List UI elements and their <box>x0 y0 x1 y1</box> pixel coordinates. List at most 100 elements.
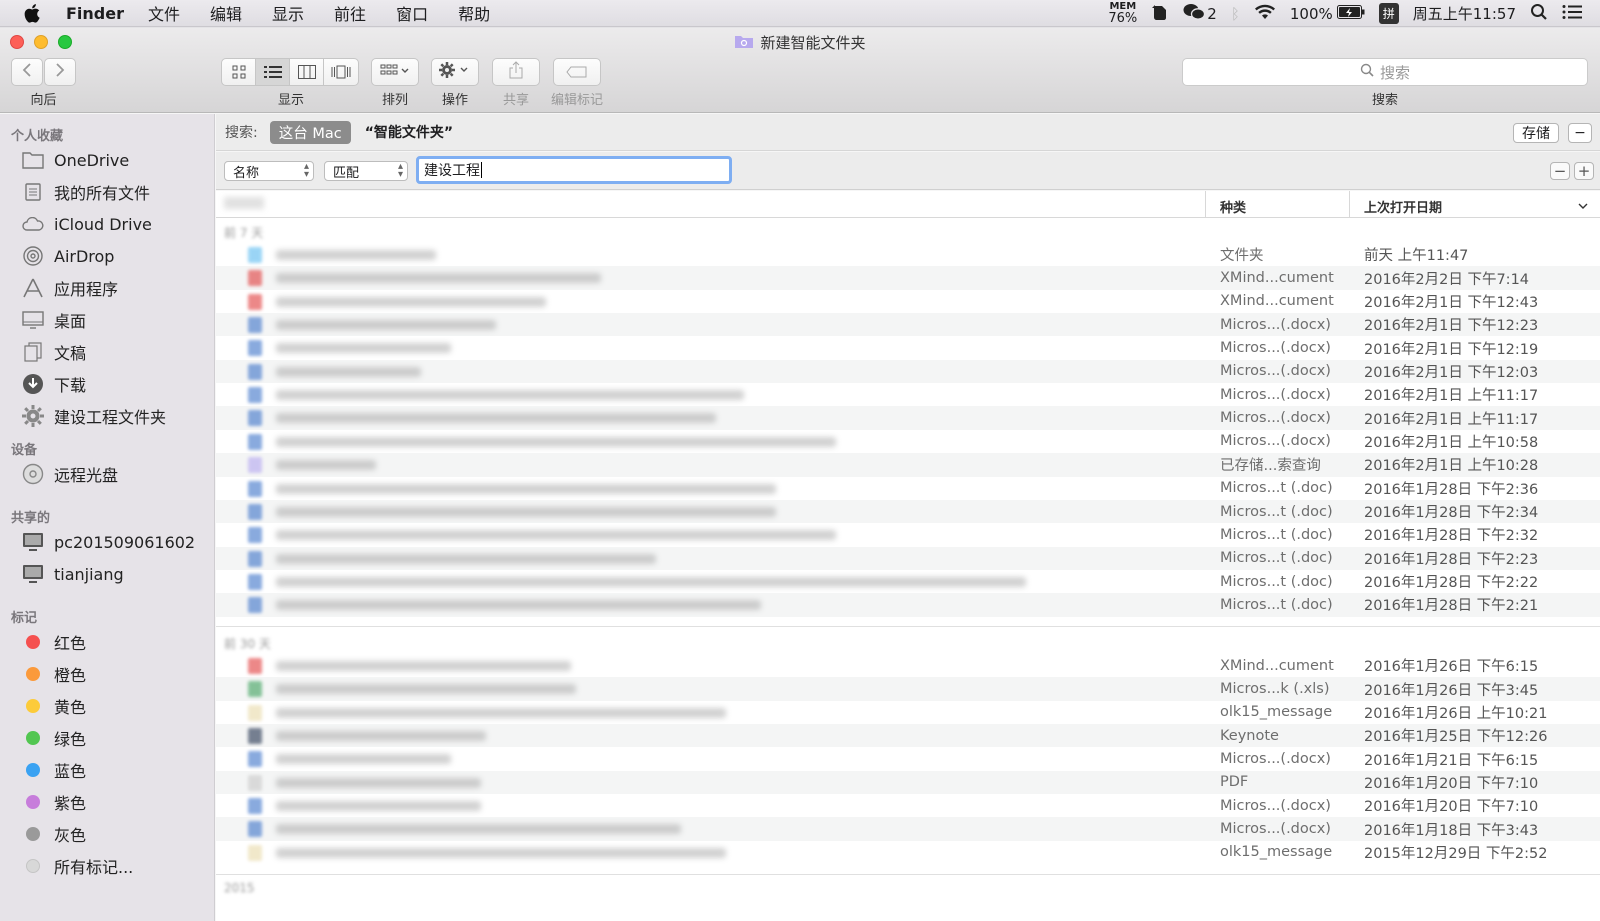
file-kind: Micros...(.docx) <box>1220 410 1331 427</box>
list-view-button[interactable] <box>256 59 290 85</box>
spotlight-icon[interactable] <box>1530 3 1548 25</box>
file-row[interactable]: Micros...(.docx) 2016年2月1日 上午11:17 <box>216 383 1600 406</box>
file-row[interactable]: Micros...t (.doc) 2016年1月28日 下午2:21 <box>216 593 1600 617</box>
file-date: 2016年1月28日 下午2:36 <box>1364 481 1539 498</box>
scope-smart-folder-button[interactable]: “智能文件夹” <box>365 122 453 142</box>
file-name-blurred <box>276 824 681 835</box>
file-row[interactable]: Micros...(.docx) 2016年2月1日 上午10:58 <box>216 430 1600 453</box>
file-row[interactable]: XMind...cument 2016年2月2日 下午7:14 <box>216 266 1600 290</box>
column-name-header[interactable] <box>224 197 264 209</box>
back-button[interactable] <box>11 58 43 86</box>
forward-button[interactable] <box>44 58 76 86</box>
file-name-blurred <box>276 530 836 541</box>
file-row[interactable]: 已存储...索查询 2016年2月1日 上午10:28 <box>216 453 1600 477</box>
sidebar-item-tag[interactable]: 红色 <box>0 626 214 658</box>
sidebar-item-label: 下载 <box>54 376 87 395</box>
sidebar-item-folder[interactable]: OneDrive <box>0 144 214 176</box>
menu-file[interactable]: 文件 <box>148 1 180 25</box>
file-icon <box>248 410 262 427</box>
attribute-popup[interactable]: 名称 ▴ ▾ <box>224 161 314 181</box>
sidebar-item-all-tags[interactable]: 所有标记... <box>0 850 214 882</box>
apple-menu-icon[interactable] <box>24 3 48 23</box>
sidebar-item-cloud[interactable]: iCloud Drive <box>0 208 214 240</box>
file-row[interactable]: Micros...(.docx) 2016年2月1日 下午12:03 <box>216 359 1600 384</box>
file-row[interactable]: Micros...t (.doc) 2016年1月28日 下午2:23 <box>216 546 1600 570</box>
sidebar-item-all-files[interactable]: 我的所有文件 <box>0 176 214 208</box>
edit-tags-button[interactable] <box>553 58 601 86</box>
file-row[interactable]: Micros...t (.doc) 2016年1月28日 下午2:36 <box>216 477 1600 500</box>
sidebar-item-download[interactable]: 下载 <box>0 368 214 400</box>
file-row[interactable]: Micros...(.docx) 2016年1月18日 下午3:43 <box>216 817 1600 841</box>
file-row[interactable]: Micros...(.docx) 2016年2月1日 下午12:23 <box>216 313 1600 337</box>
search-field[interactable]: 搜索 <box>1182 58 1588 86</box>
wifi-icon[interactable] <box>1254 4 1276 24</box>
file-row[interactable]: Micros...(.docx) 2016年2月1日 上午11:17 <box>216 406 1600 430</box>
remove-criteria-button[interactable]: − <box>1550 162 1570 180</box>
file-row[interactable]: Micros...(.docx) 2016年2月1日 下午12:19 <box>216 336 1600 359</box>
sidebar-item-gear[interactable]: 建设工程文件夹 <box>0 400 214 432</box>
file-row[interactable]: Micros...t (.doc) 2016年1月28日 下午2:22 <box>216 570 1600 593</box>
file-row[interactable]: olk15_message 2016年1月26日 上午10:21 <box>216 701 1600 724</box>
file-row[interactable]: PDF 2016年1月20日 下午7:10 <box>216 770 1600 795</box>
file-row[interactable]: Keynote 2016年1月25日 下午12:26 <box>216 724 1600 748</box>
sidebar-item-tag[interactable]: 蓝色 <box>0 754 214 786</box>
wechat-status[interactable]: 2 <box>1183 3 1217 25</box>
menu-go[interactable]: 前往 <box>334 1 366 25</box>
battery-status[interactable]: 100% <box>1289 4 1365 23</box>
memory-widget[interactable]: MEM 76% <box>1108 2 1137 26</box>
sidebar-item-remote-disc[interactable]: 远程光盘 <box>0 458 214 490</box>
sidebar-item-airdrop[interactable]: AirDrop <box>0 240 214 272</box>
file-row[interactable]: Micros...(.docx) 2016年1月20日 下午7:10 <box>216 794 1600 817</box>
sidebar-item-applications[interactable]: 应用程序 <box>0 272 214 304</box>
file-icon <box>248 798 262 815</box>
scope-this-mac-button[interactable]: 这台 Mac <box>269 120 351 144</box>
file-row[interactable]: Micros...(.docx) 2016年1月21日 下午6:15 <box>216 747 1600 770</box>
menubar-clock[interactable]: 周五上午11:57 <box>1413 3 1516 24</box>
criteria-value-input[interactable]: 建设工程 <box>416 156 732 184</box>
column-date-header[interactable]: 上次打开日期 <box>1364 197 1442 216</box>
icon-view-button[interactable] <box>222 59 256 85</box>
arrange-button[interactable] <box>371 58 419 86</box>
cover-flow-button[interactable] <box>324 59 358 85</box>
sidebar-item-tag[interactable]: 绿色 <box>0 722 214 754</box>
menu-help[interactable]: 帮助 <box>458 1 490 25</box>
file-row[interactable]: XMind...cument 2016年2月1日 下午12:43 <box>216 290 1600 313</box>
action-button[interactable] <box>431 58 479 86</box>
menu-finder[interactable]: Finder <box>66 4 124 23</box>
sidebar: 个人收藏 OneDrive 我的所有文件 iCloud Drive AirDrop 应用… <box>0 114 215 921</box>
file-row[interactable]: Micros...t (.doc) 2016年1月28日 下午2:32 <box>216 523 1600 546</box>
column-kind-header[interactable]: 种类 <box>1220 197 1246 216</box>
sidebar-item-desktop[interactable]: 桌面 <box>0 304 214 336</box>
sidebar-item-label: 应用程序 <box>54 280 119 299</box>
battery-percent: 100% <box>1289 4 1333 23</box>
evernote-icon[interactable] <box>1151 3 1169 25</box>
sidebar-item-documents[interactable]: 文稿 <box>0 336 214 368</box>
file-row[interactable]: Micros...t (.doc) 2016年1月28日 下午2:34 <box>216 499 1600 524</box>
bluetooth-icon[interactable]: ᛒ <box>1231 5 1240 23</box>
sidebar-item-tag[interactable]: 紫色 <box>0 786 214 818</box>
sidebar-item-shared-computer[interactable]: tianjiang <box>0 558 214 590</box>
share-button[interactable] <box>492 58 540 86</box>
sidebar-item-tag[interactable]: 灰色 <box>0 818 214 850</box>
sidebar-item-tag[interactable]: 橙色 <box>0 658 214 690</box>
file-row[interactable]: 文件夹 前天 上午11:47 <box>216 243 1600 266</box>
column-view-button[interactable] <box>290 59 324 85</box>
menu-window[interactable]: 窗口 <box>396 1 428 25</box>
file-row[interactable]: XMind...cument 2016年1月26日 下午6:15 <box>216 654 1600 677</box>
operator-popup[interactable]: 匹配 ▴ ▾ <box>324 161 408 181</box>
file-name-blurred <box>276 460 376 471</box>
notification-center-icon[interactable] <box>1562 4 1582 24</box>
file-row[interactable]: Micros...k (.xls) 2016年1月26日 下午3:45 <box>216 677 1600 701</box>
input-method-icon[interactable]: 拼 <box>1378 3 1399 24</box>
menu-edit[interactable]: 编辑 <box>210 1 242 25</box>
file-row[interactable]: olk15_message 2015年12月29日 下午2:52 <box>216 841 1600 864</box>
sidebar-item-shared-computer[interactable]: pc201509061602 <box>0 526 214 558</box>
add-criteria-button[interactable]: + <box>1574 162 1594 180</box>
save-search-button[interactable]: 存储 <box>1513 123 1559 143</box>
menu-view[interactable]: 显示 <box>272 1 304 25</box>
file-kind: XMind...cument <box>1220 293 1334 310</box>
file-kind: Micros...(.docx) <box>1220 340 1331 357</box>
sidebar-item-tag[interactable]: 黄色 <box>0 690 214 722</box>
tag-color-icon <box>22 823 44 845</box>
remove-scope-button[interactable]: − <box>1568 123 1592 143</box>
